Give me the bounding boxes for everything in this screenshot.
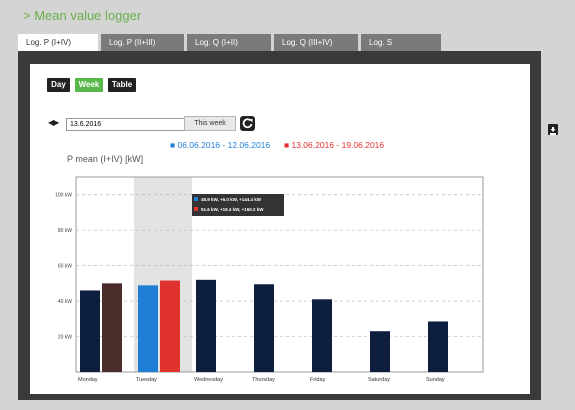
tooltip-text: 51.6 kW, +18.4 kW, +150.2 kW [201,207,264,212]
download-icon[interactable] [548,124,558,135]
x-tick-label: Friday [310,377,326,383]
x-tick-label: Wednesday [194,377,223,383]
bar [370,331,390,372]
bar [254,284,274,372]
bar [80,290,100,372]
x-tick-label: Monday [78,377,98,383]
x-tick-label: Sunday [426,377,445,383]
x-tick-label: Tuesday [136,377,157,383]
bar [312,299,332,372]
legend-item: ■ 06.06.2016 - 12.06.2016 [170,140,270,150]
bar [138,285,158,372]
y-tick-label: 20 kW [58,335,72,341]
chart-title: P mean (I+IV) [kW] [67,154,143,164]
tooltip-text: 48.9 kW, +6.0 kW, +144.4 kW [201,197,262,202]
bar [102,283,122,372]
y-tick-label: 100 kW [55,193,72,199]
x-tick-label: Thursday [252,377,275,383]
bar [428,321,448,372]
bar [160,280,180,372]
y-tick-label: 80 kW [58,228,72,234]
legend-item: ■ 13.06.2016 - 19.06.2016 [284,140,384,150]
mean-value-chart: P mean (I+IV) [kW] ■ 06.06.2016 - 12.06.2… [55,140,484,383]
y-tick-label: 60 kW [58,264,72,270]
y-tick-label: 40 kW [58,299,72,305]
bar [196,279,216,372]
tooltip-marker [194,197,198,201]
tooltip-marker [194,207,198,211]
x-tick-label: Saturday [368,377,390,383]
